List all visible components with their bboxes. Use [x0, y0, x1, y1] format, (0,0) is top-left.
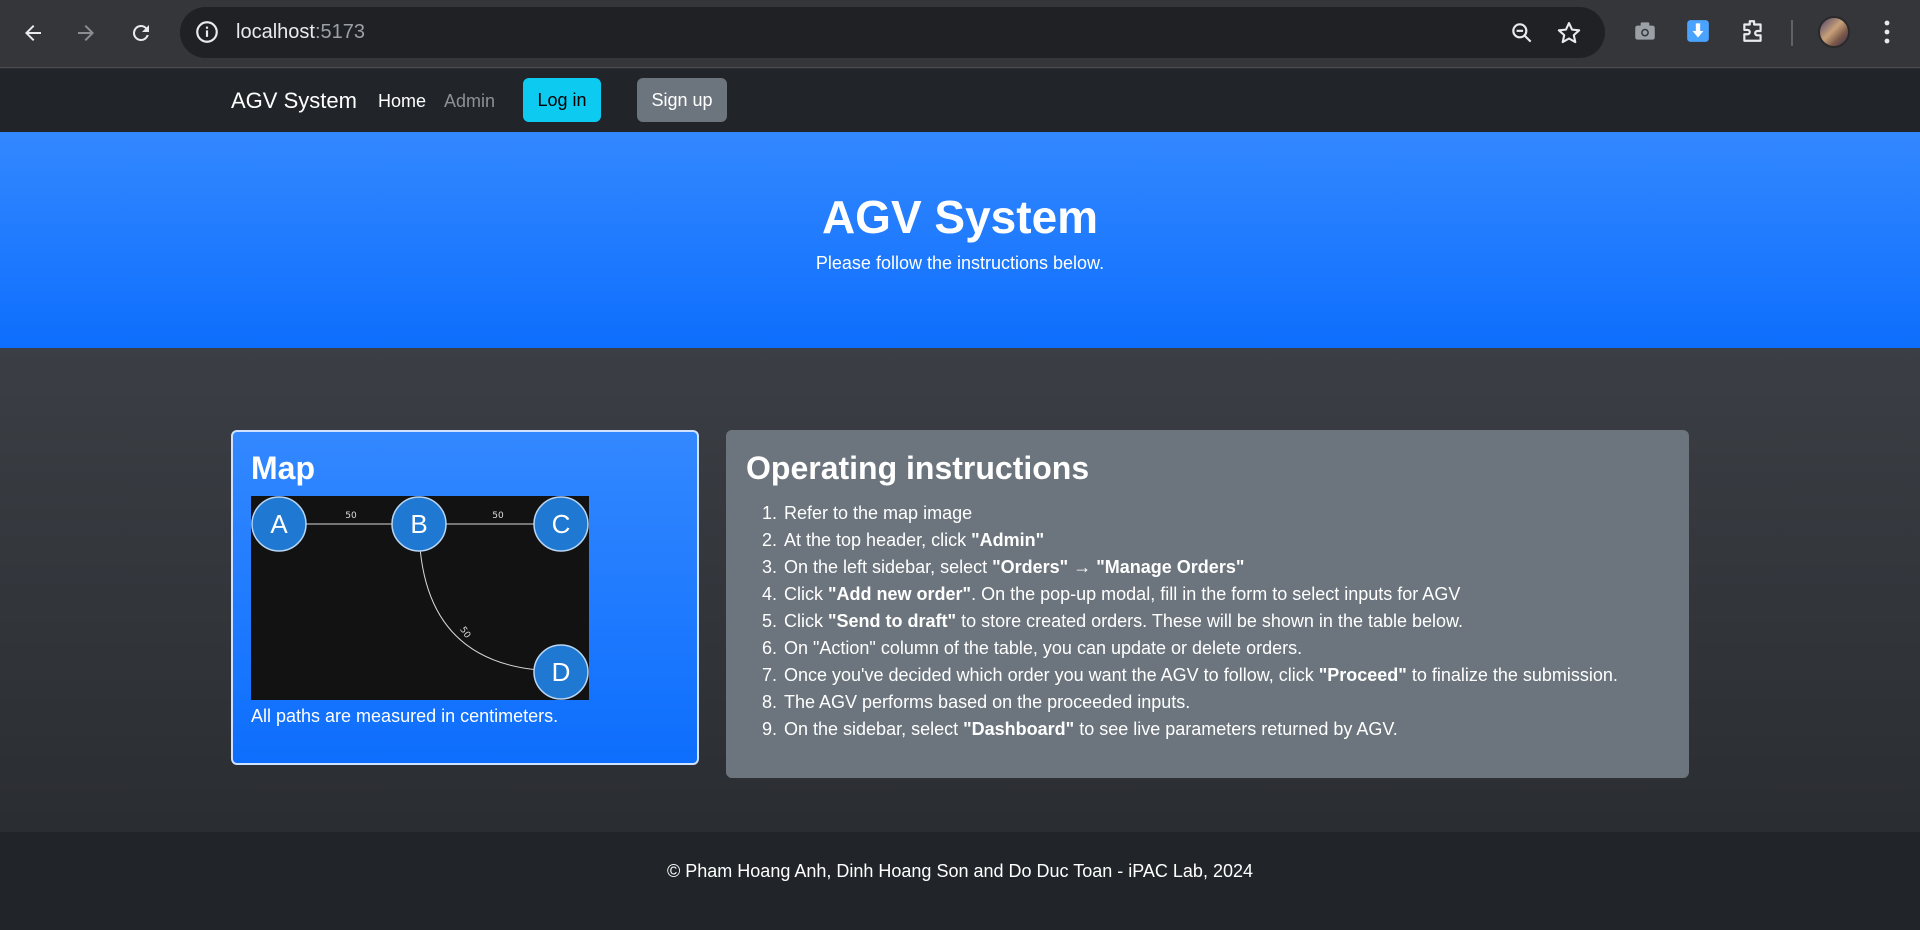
toolbar-separator	[1791, 20, 1793, 46]
nav-link-admin[interactable]: Admin	[444, 91, 495, 112]
reload-icon[interactable]	[123, 15, 159, 51]
menu-kebab-icon[interactable]	[1875, 16, 1899, 53]
footer-copyright: © Pham Hoang Anh, Dinh Hoang Son and Do …	[667, 861, 1253, 881]
node-label-c: C	[552, 509, 571, 539]
instruction-step-8: The AGV performs based on the proceeded …	[782, 689, 1618, 716]
address-bar[interactable]: localhost:5173	[180, 7, 1605, 58]
main-content: Map 50 50 50 A B C D All paths are measu…	[0, 348, 1920, 832]
instruction-step-4: Click "Add new order". On the pop-up mod…	[782, 581, 1618, 608]
url-host: localhost	[236, 21, 315, 43]
instruction-step-5: Click "Send to draft" to store created o…	[782, 608, 1618, 635]
instruction-step-7: Once you've decided which order you want…	[782, 662, 1618, 689]
profile-avatar[interactable]	[1818, 16, 1850, 48]
forward-arrow-icon[interactable]	[68, 15, 104, 51]
instruction-step-9: On the sidebar, select "Dashboard" to se…	[782, 716, 1618, 743]
navbar-brand[interactable]: AGV System	[231, 88, 357, 114]
app-navbar: AGV System Home Admin Log in Sign up	[0, 69, 1920, 132]
hero-subtitle: Please follow the instructions below.	[815, 253, 1105, 273]
map-image: 50 50 50 A B C D	[251, 496, 589, 700]
instructions-list: Refer to the map image At the top header…	[782, 500, 1618, 743]
node-label-a: A	[270, 509, 288, 539]
back-arrow-icon[interactable]	[15, 15, 51, 51]
map-caption: All paths are measured in centimeters.	[251, 706, 559, 726]
edge-label-ab: 50	[345, 511, 357, 521]
instructions-card: Operating instructions Refer to the map …	[726, 430, 1689, 778]
instruction-step-3: On the left sidebar, select "Orders" → "…	[782, 554, 1618, 581]
zoom-out-icon[interactable]	[1509, 20, 1535, 51]
login-button[interactable]: Log in	[523, 78, 601, 122]
nav-link-home[interactable]: Home	[378, 91, 426, 112]
node-label-b: B	[410, 509, 427, 539]
url-text: localhost:5173	[236, 21, 365, 44]
bookmark-star-icon[interactable]	[1555, 19, 1583, 52]
edge-label-bd: 50	[457, 625, 472, 640]
edge-label-bc: 50	[492, 511, 504, 521]
site-info-icon[interactable]	[194, 19, 220, 50]
map-card-title: Map	[251, 450, 315, 486]
hero-banner: AGV System Please follow the instruction…	[0, 132, 1920, 348]
url-port: :5173	[314, 21, 365, 43]
instructions-title: Operating instructions	[746, 450, 1090, 486]
page-footer: © Pham Hoang Anh, Dinh Hoang Son and Do …	[0, 832, 1920, 930]
node-label-d: D	[552, 657, 571, 687]
camera-icon[interactable]	[1632, 18, 1658, 49]
edge-b-d	[418, 523, 562, 672]
instruction-step-2: At the top header, click "Admin"	[782, 527, 1618, 554]
signup-button[interactable]: Sign up	[637, 78, 727, 122]
extensions-icon[interactable]	[1740, 18, 1766, 49]
browser-toolbar: localhost:5173	[0, 0, 1920, 68]
instruction-step-1: Refer to the map image	[782, 500, 1618, 527]
map-card: Map 50 50 50 A B C D All paths are measu…	[231, 430, 699, 765]
download-icon[interactable]	[1685, 18, 1711, 49]
instruction-step-6: On "Action" column of the table, you can…	[782, 635, 1618, 662]
hero-title: AGV System	[821, 191, 1099, 243]
